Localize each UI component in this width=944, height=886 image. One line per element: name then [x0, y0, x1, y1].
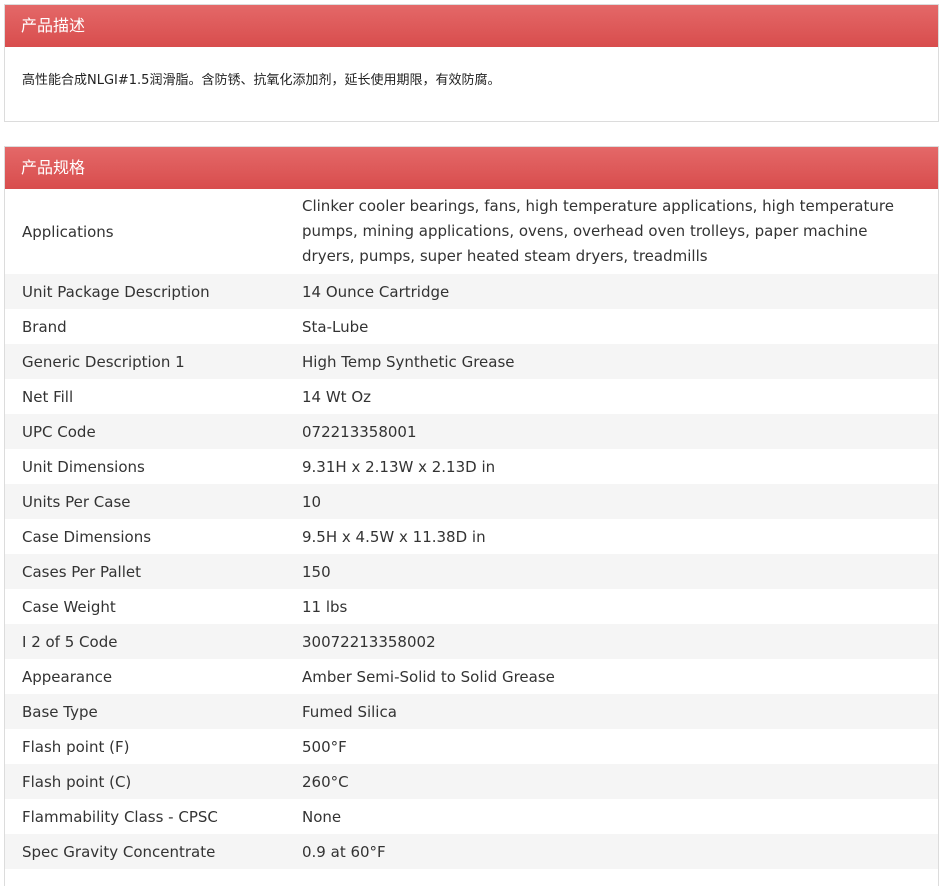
spec-value: 14 Ounce Cartridge — [302, 282, 450, 301]
spec-value: 150 — [302, 562, 331, 581]
spec-key: Cases Per Pallet — [22, 562, 141, 581]
spec-row: Flammability Class - CPSC None — [5, 799, 938, 834]
spec-key: Appearance — [22, 667, 113, 686]
spec-row: Unit Package Description 14 Ounce Cartrid… — [5, 274, 938, 309]
spec-row: Spec Gravity Concentrate 0.9 at 60°F — [5, 834, 938, 869]
spec-key: Flash point (C) — [22, 772, 132, 791]
description-panel: 产品描述 高性能合成NLGI#1.5润滑脂。含防锈、抗氧化添加剂，延长使用期限，… — [4, 4, 939, 122]
spec-value: 14 Wt Oz — [302, 387, 372, 406]
spec-value: 500°F — [302, 737, 347, 756]
spec-key: Units Per Case — [22, 492, 131, 511]
spec-row: Case Weight 11 lbs — [5, 589, 938, 624]
spec-value: 30072213358002 — [302, 632, 436, 651]
spec-row: Units Per Case 10 — [5, 484, 938, 519]
spec-value: Sta-Lube — [302, 317, 369, 336]
spec-key: Case Weight — [22, 597, 116, 616]
spec-value: 260°C — [302, 772, 349, 791]
spec-key: Flammability Class - CPSC — [22, 807, 218, 826]
spec-value: 11 lbs — [302, 597, 348, 616]
description-header: 产品描述 — [5, 5, 938, 47]
spec-key: Generic Description 1 — [22, 352, 185, 371]
spec-key: UPC Code — [22, 422, 96, 441]
spec-value: 10 — [302, 492, 322, 511]
spec-row: I 2 of 5 Code 30072213358002 — [5, 624, 938, 659]
spec-row: Net Fill 14 Wt Oz — [5, 379, 938, 414]
spec-key: Brand — [22, 317, 67, 336]
spec-row: Unit Dimensions 9.31H x 2.13W x 2.13D in — [5, 449, 938, 484]
spec-row: Base Type Fumed Silica — [5, 694, 938, 729]
spec-key: Net Fill — [22, 387, 74, 406]
spec-header: 产品规格 — [5, 147, 938, 189]
spec-key: Flash point (F) — [22, 737, 130, 756]
spec-row: Cases Per Pallet 150 — [5, 554, 938, 589]
spec-row: UPC Code 072213358001 — [5, 414, 938, 449]
spec-row: Brand Sta-Lube — [5, 309, 938, 344]
spec-value: 9.5H x 4.5W x 11.38D in — [302, 527, 486, 546]
spec-value: High Temp Synthetic Grease — [302, 352, 515, 371]
spec-value: 072213358001 — [302, 422, 417, 441]
spec-row: Generic Description 1 High Temp Synthetic… — [5, 344, 938, 379]
spec-key: Unit Dimensions — [22, 457, 145, 476]
spec-value: Clinker cooler bearings, fans, high temp… — [302, 197, 894, 265]
description-text: 高性能合成NLGI#1.5润滑脂。含防锈、抗氧化添加剂，延长使用期限，有效防腐。 — [22, 73, 501, 88]
spec-key: Base Type — [22, 702, 98, 721]
spec-key: Applications — [22, 222, 114, 241]
spec-key: Unit Package Description — [22, 282, 210, 301]
spec-key: I 2 of 5 Code — [22, 632, 118, 651]
spec-row: Appearance Amber Semi-Solid to Solid Grea… — [5, 659, 938, 694]
spec-key: Spec Gravity Concentrate — [22, 842, 216, 861]
spec-key: Case Dimensions — [22, 527, 152, 546]
spec-row: Flash point (C) 260°C — [5, 764, 938, 799]
spec-value: 0.9 at 60°F — [302, 842, 386, 861]
spec-row: Case Dimensions 9.5H x 4.5W x 11.38D in — [5, 519, 938, 554]
spec-value: Amber Semi-Solid to Solid Grease — [302, 667, 555, 686]
spec-row: Applications Clinker cooler bearings, fan… — [5, 189, 938, 274]
spec-row: Flash point (F) 500°F — [5, 729, 938, 764]
spec-value: Fumed Silica — [302, 702, 397, 721]
spec-value: 9.31H x 2.13W x 2.13D in — [302, 457, 496, 476]
spec-value: None — [302, 807, 342, 826]
spec-panel: 产品规格 Applications Clinker cooler bearings… — [4, 146, 939, 886]
spec-table: Applications Clinker cooler bearings, fan… — [5, 189, 938, 869]
